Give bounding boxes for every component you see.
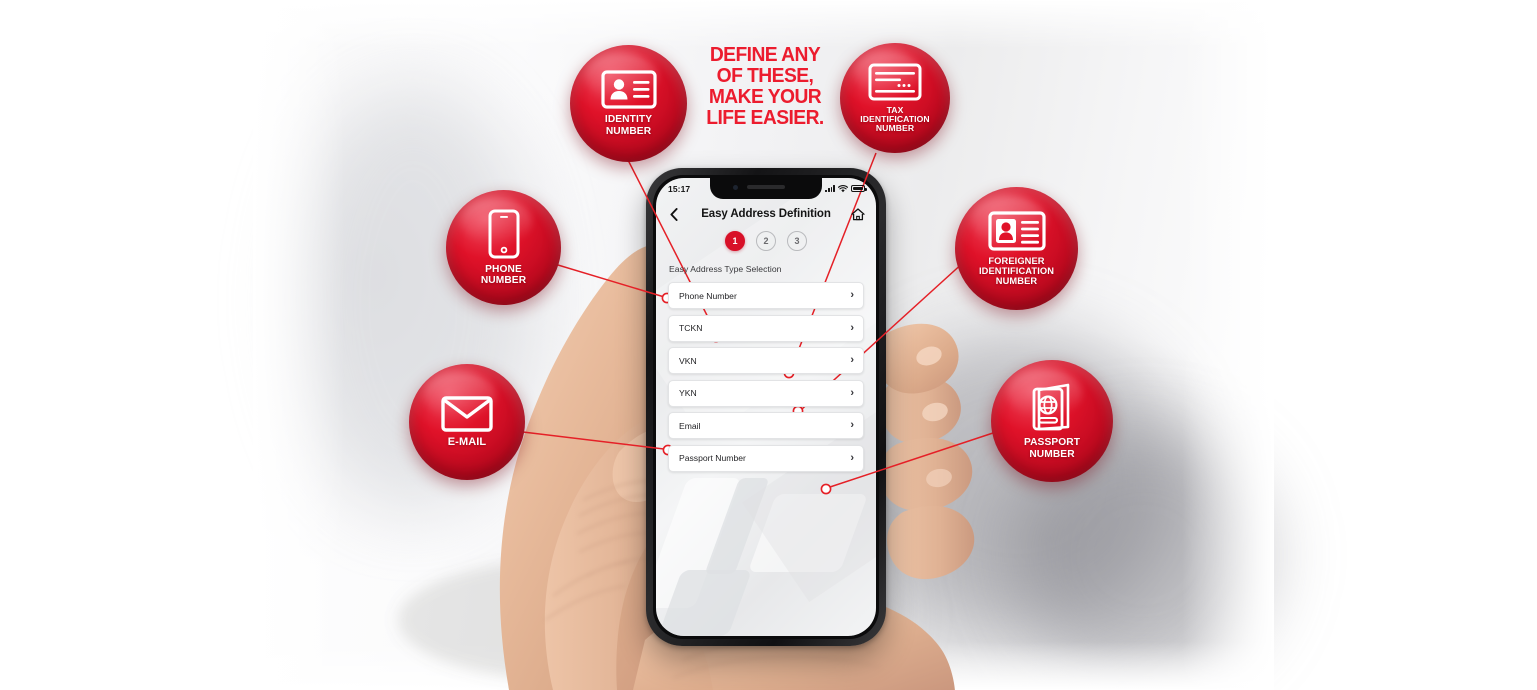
- list-item-ykn[interactable]: YKN ›: [668, 379, 864, 407]
- watermark-shape: [747, 494, 869, 572]
- envelope-icon: [441, 395, 493, 432]
- front-camera: [733, 185, 738, 190]
- home-icon[interactable]: [850, 206, 866, 222]
- badge-identity-number[interactable]: IDENTITY NUMBER: [570, 45, 687, 162]
- list-item-vkn[interactable]: VKN ›: [668, 347, 864, 374]
- headline-line-4: LIFE EASIER.: [706, 106, 824, 129]
- badge-label: PHONE NUMBER: [480, 263, 527, 286]
- headline: DEFINE ANY OF THESE, MAKE YOUR LIFE EASI…: [688, 44, 842, 128]
- cellular-bars-icon: [825, 185, 835, 192]
- step-1[interactable]: 1: [725, 231, 745, 251]
- chevron-right-icon: ›: [850, 451, 854, 464]
- badge-passport-number[interactable]: PASSPORT NUMBER: [991, 360, 1113, 482]
- badge-label: PASSPORT NUMBER: [1023, 437, 1081, 460]
- badge-label: FOREIGNER IDENTIFICATION NUMBER: [978, 255, 1055, 287]
- address-type-list: Phone Number › TCKN › VKN › YKN › Email …: [656, 282, 876, 472]
- promo-graphic: 15:17 Easy Address Definition 1 2 3 Easy…: [0, 0, 1537, 690]
- headline-line-3: MAKE YOUR: [708, 85, 822, 108]
- headline-line-1: DEFINE ANY: [709, 43, 821, 66]
- list-item-passport-number[interactable]: Passport Number ›: [668, 444, 864, 472]
- smartphone-icon: [488, 209, 520, 259]
- watermark-shape: [704, 478, 770, 574]
- badge-label: IDENTITY NUMBER: [604, 114, 653, 137]
- badge-e-mail[interactable]: E-MAIL: [409, 364, 525, 480]
- chevron-right-icon: ›: [850, 321, 854, 334]
- list-item-label: Phone Number: [679, 290, 737, 301]
- passport-icon: [1028, 382, 1076, 432]
- watermark-shape: [656, 478, 742, 608]
- battery-icon: [851, 185, 867, 192]
- badge-phone-number[interactable]: PHONE NUMBER: [446, 190, 561, 305]
- smartphone: 15:17 Easy Address Definition 1 2 3 Easy…: [646, 168, 886, 646]
- section-label: Easy Address Type Selection: [669, 264, 782, 274]
- chevron-right-icon: ›: [850, 386, 854, 399]
- status-time: 15:17: [668, 183, 691, 194]
- id-card-icon: [600, 70, 657, 110]
- phone-notch: [710, 178, 822, 199]
- wifi-icon: [838, 184, 848, 193]
- badge-tax-identification-number[interactable]: TAX IDENTIFICATION NUMBER: [840, 43, 950, 153]
- list-item-label: VKN: [679, 355, 697, 366]
- phone-screen: 15:17 Easy Address Definition 1 2 3 Easy…: [656, 178, 876, 636]
- badge-label: TAX IDENTIFICATION NUMBER: [860, 104, 930, 134]
- app-bar: Easy Address Definition: [656, 199, 876, 229]
- chevron-right-icon: ›: [850, 419, 854, 431]
- list-item-tckn[interactable]: TCKN ›: [668, 314, 864, 342]
- step-3[interactable]: 3: [787, 231, 807, 251]
- page-title: Easy Address Definition: [701, 208, 831, 220]
- id-card-filled-icon: [987, 211, 1046, 251]
- step-indicator: 1 2 3: [656, 231, 876, 251]
- step-2[interactable]: 2: [756, 231, 776, 251]
- list-item-phone-number[interactable]: Phone Number ›: [668, 282, 864, 309]
- back-chevron-icon[interactable]: [666, 206, 682, 222]
- headline-line-2: OF THESE,: [716, 64, 814, 87]
- chevron-right-icon: ›: [850, 354, 854, 366]
- list-item-label: TCKN: [679, 323, 703, 333]
- earpiece-speaker: [747, 185, 785, 189]
- list-item-label: YKN: [679, 388, 697, 398]
- badge-foreigner-identification-number[interactable]: FOREIGNER IDENTIFICATION NUMBER: [955, 187, 1078, 310]
- chevron-right-icon: ›: [850, 289, 854, 301]
- badge-label: E-MAIL: [447, 435, 487, 448]
- list-item-label: Passport Number: [679, 453, 746, 463]
- tax-card-icon: [868, 63, 922, 101]
- list-item-email[interactable]: Email ›: [668, 412, 864, 439]
- watermark-shape: [657, 570, 753, 636]
- list-item-label: Email: [679, 420, 701, 431]
